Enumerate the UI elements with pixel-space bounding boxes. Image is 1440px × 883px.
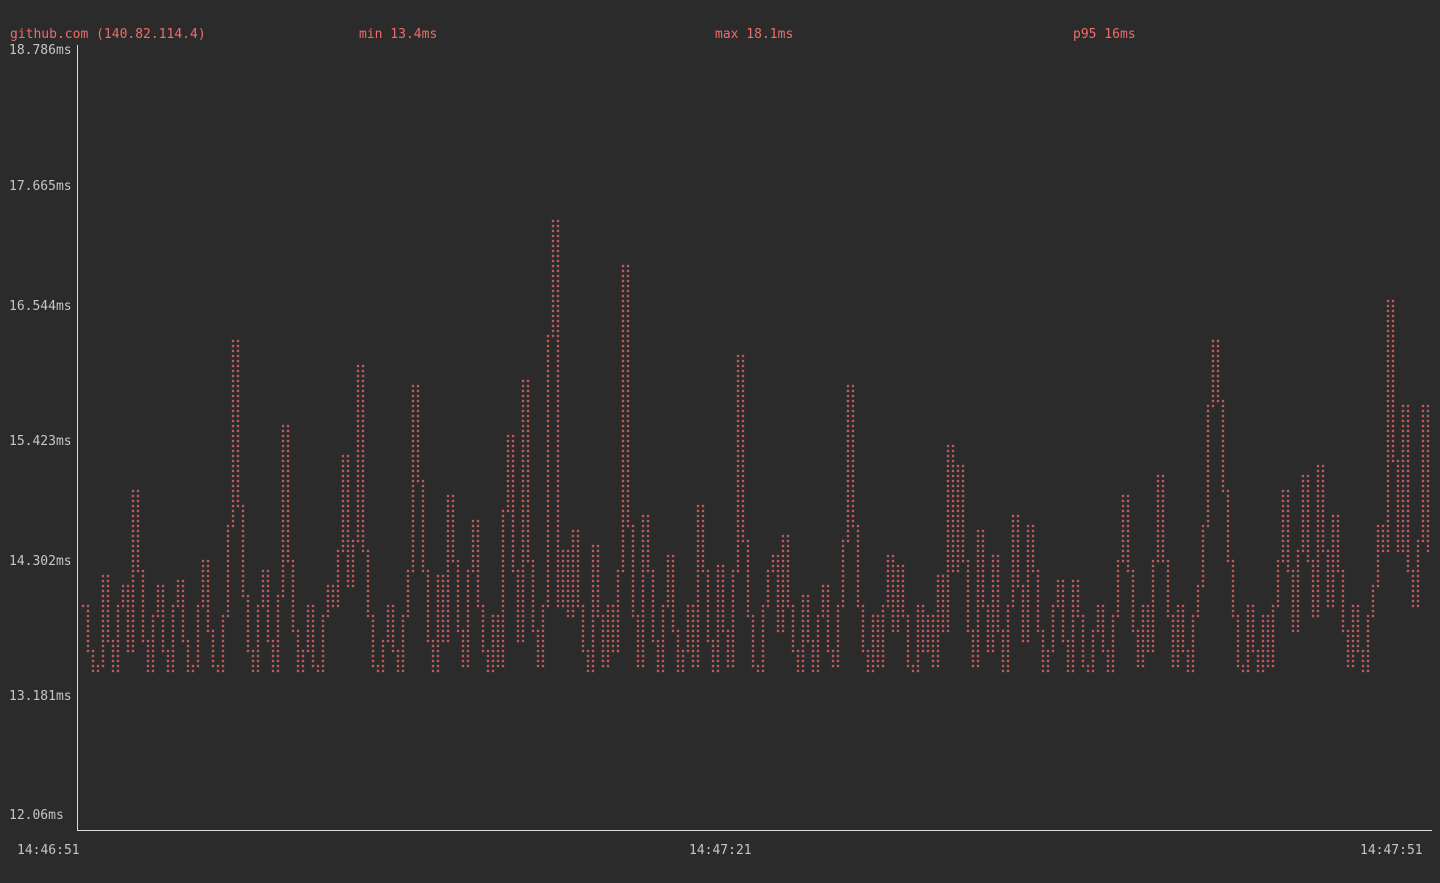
latency-plot-canvas bbox=[0, 0, 1440, 883]
stat-max-label: max 18.1ms bbox=[715, 26, 793, 43]
ping-graph-terminal: github.com (140.82.114.4) min 13.4ms max… bbox=[0, 0, 1440, 883]
x-axis-line bbox=[77, 830, 1432, 831]
y-tick-label: 15.423ms bbox=[9, 433, 72, 450]
stat-p95-label: p95 16ms bbox=[1073, 26, 1136, 43]
y-tick-label: 16.544ms bbox=[9, 298, 72, 315]
x-tick-label-middle: 14:47:21 bbox=[689, 842, 752, 859]
y-tick-label: 12.06ms bbox=[9, 807, 64, 824]
y-axis-line bbox=[77, 45, 78, 831]
target-host-label: github.com (140.82.114.4) bbox=[10, 26, 206, 43]
y-tick-label: 18.786ms bbox=[9, 42, 72, 59]
stat-min-label: min 13.4ms bbox=[359, 26, 437, 43]
x-tick-label-end: 14:47:51 bbox=[1360, 842, 1423, 859]
y-tick-label: 14.302ms bbox=[9, 553, 72, 570]
y-tick-label: 13.181ms bbox=[9, 688, 72, 705]
y-tick-label: 17.665ms bbox=[9, 178, 72, 195]
x-tick-label-start: 14:46:51 bbox=[17, 842, 80, 859]
